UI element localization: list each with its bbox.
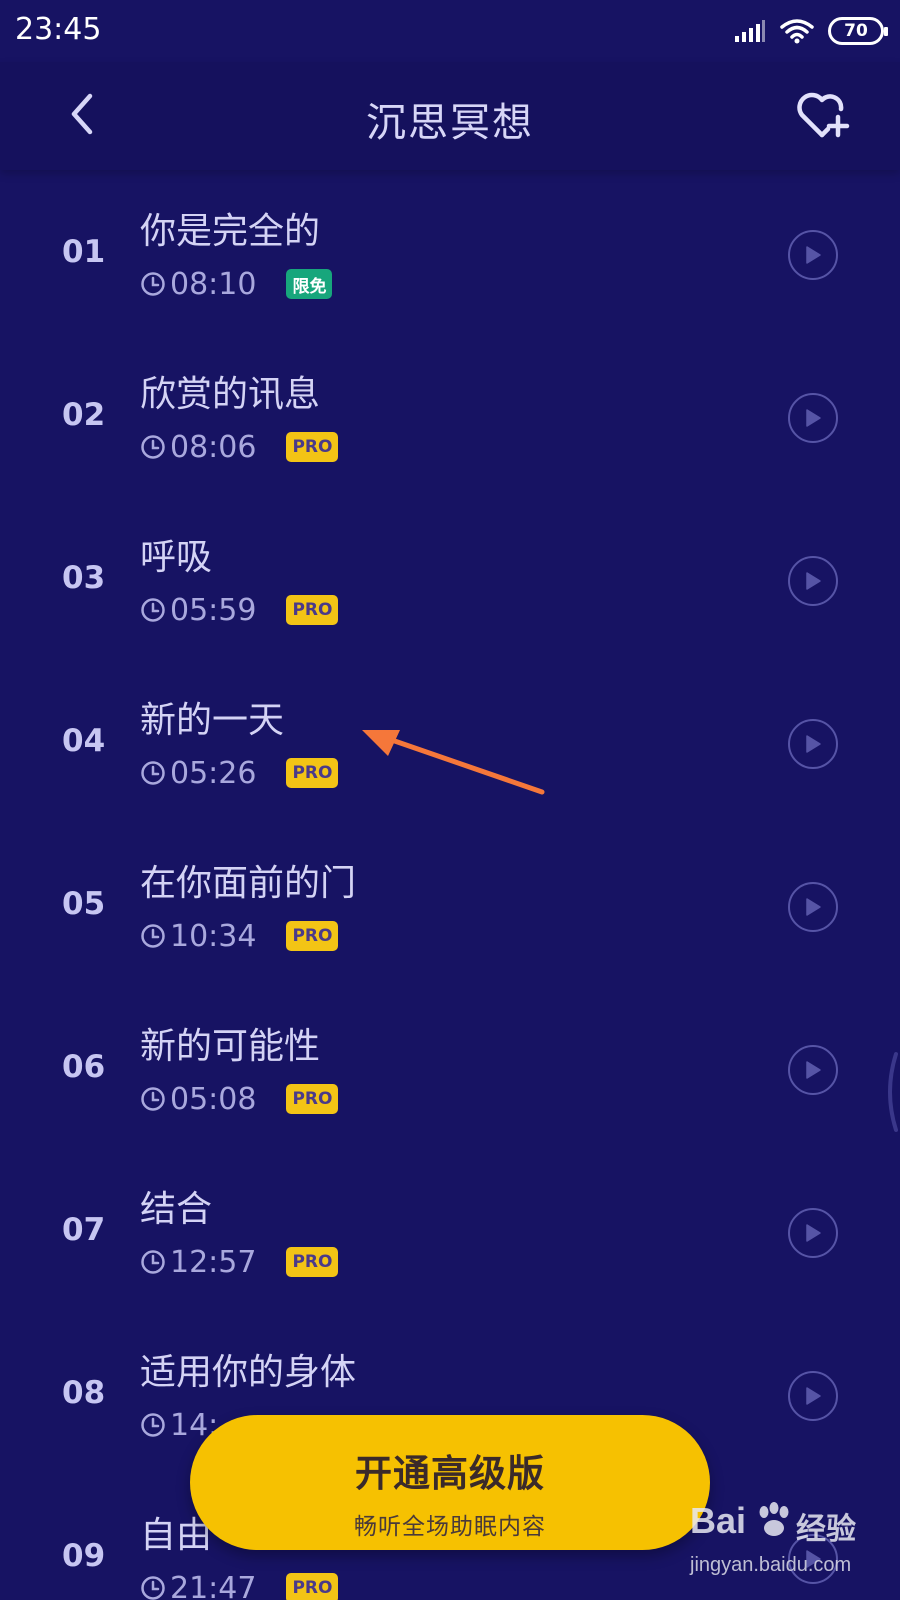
watermark-cn: 经验 [796, 1512, 856, 1547]
play-button[interactable] [788, 1208, 838, 1258]
watermark-brand: Bai [690, 1500, 747, 1541]
screen: 23:45 70 沉思冥想 01 你是完全的 08:10 限免 02 欣赏的讯息… [0, 0, 900, 1600]
track-title: 呼吸 [140, 537, 213, 578]
play-button[interactable] [788, 230, 838, 280]
play-icon [806, 898, 821, 916]
track-number: 04 [62, 723, 106, 759]
list-item[interactable]: 05 在你面前的门 10:34 PRO [0, 822, 900, 985]
track-title: 在你面前的门 [140, 863, 357, 904]
track-number: 03 [62, 560, 106, 596]
track-title: 欣赏的讯息 [140, 374, 321, 415]
list-item[interactable]: 02 欣赏的讯息 08:06 PRO [0, 333, 900, 496]
track-number: 09 [62, 1538, 106, 1574]
pro-badge: PRO [286, 921, 339, 951]
paw-icon [759, 1502, 789, 1536]
status-bar: 23:45 70 [0, 0, 900, 62]
clock-icon [141, 598, 165, 622]
heart-plus-icon [797, 92, 850, 138]
track-number: 02 [62, 397, 106, 433]
track-number: 05 [62, 886, 106, 922]
pro-badge: PRO [286, 1247, 339, 1277]
pro-badge: PRO [286, 1084, 339, 1114]
track-meta: 05:08 PRO [140, 1081, 339, 1117]
play-button[interactable] [788, 556, 838, 606]
clock-icon [141, 435, 165, 459]
play-icon [806, 735, 821, 753]
track-meta: 10:34 PRO [140, 918, 339, 954]
clock-icon [141, 761, 165, 785]
clock-icon [141, 924, 165, 948]
track-duration: 05:08 [170, 1081, 257, 1117]
clock-icon [141, 1576, 165, 1600]
track-number: 07 [62, 1212, 106, 1248]
track-title: 适用你的身体 [140, 1352, 357, 1393]
play-icon [806, 1224, 821, 1242]
pro-badge: PRO [286, 1573, 339, 1600]
track-number: 06 [62, 1049, 106, 1085]
track-list: 01 你是完全的 08:10 限免 02 欣赏的讯息 08:06 PRO 03 … [0, 170, 900, 1600]
track-meta: 08:10 限免 [140, 266, 333, 302]
track-title: 你是完全的 [140, 211, 321, 252]
track-number: 08 [62, 1375, 106, 1411]
track-duration: 05:26 [170, 755, 257, 791]
baidu-watermark: Bai 经验 jingyan.baidu.com [688, 1500, 868, 1595]
play-button[interactable] [788, 393, 838, 443]
play-icon [806, 246, 821, 264]
clock-icon [141, 1087, 165, 1111]
clock-icon [141, 1250, 165, 1274]
play-icon [806, 409, 821, 427]
list-item[interactable]: 07 结合 12:57 PRO [0, 1148, 900, 1311]
play-icon [806, 1387, 821, 1405]
pro-badge: PRO [286, 758, 339, 788]
annotation-arrow-icon [362, 730, 545, 795]
track-duration: 05:59 [170, 592, 257, 628]
track-duration: 12:57 [170, 1244, 257, 1280]
play-button[interactable] [788, 1371, 838, 1421]
track-meta: 12:57 PRO [140, 1244, 339, 1280]
signal-icon [735, 20, 765, 42]
track-title: 新的可能性 [140, 1026, 321, 1067]
upgrade-button[interactable]: 开通高级版 畅听全场助眠内容 [190, 1415, 710, 1550]
track-title: 新的一天 [140, 700, 285, 741]
clock-icon [141, 1413, 165, 1437]
track-meta: 08:06 PRO [140, 429, 339, 465]
track-meta: 05:26 PRO [140, 755, 339, 791]
clock-icon [141, 272, 165, 296]
play-button[interactable] [788, 1045, 838, 1095]
track-meta: 21:47 PRO [140, 1570, 339, 1600]
play-button[interactable] [788, 882, 838, 932]
list-item[interactable]: 03 呼吸 05:59 PRO [0, 496, 900, 659]
track-duration: 21:47 [170, 1570, 257, 1600]
page-title: 沉思冥想 [366, 100, 534, 146]
watermark-url: jingyan.baidu.com [690, 1554, 852, 1576]
upgrade-title: 开通高级版 [355, 1452, 545, 1495]
track-title: 结合 [140, 1189, 213, 1230]
list-item[interactable]: 01 你是完全的 08:10 限免 [0, 170, 900, 333]
pro-badge: PRO [286, 432, 339, 462]
pro-badge: PRO [286, 595, 339, 625]
track-duration: 08:10 [170, 266, 257, 302]
status-icons: 70 [734, 16, 888, 46]
play-icon [806, 572, 821, 590]
header: 沉思冥想 [0, 62, 900, 170]
play-button[interactable] [788, 719, 838, 769]
battery-icon: 70 [828, 17, 888, 45]
upgrade-subtitle: 畅听全场助眠内容 [354, 1514, 546, 1540]
favorite-button[interactable] [792, 86, 854, 144]
free-badge: 限免 [286, 269, 333, 299]
track-duration: 10:34 [170, 918, 257, 954]
play-icon [806, 1061, 821, 1079]
battery-level: 70 [844, 21, 868, 41]
scroll-indicator[interactable] [880, 1050, 900, 1134]
track-meta: 05:59 PRO [140, 592, 339, 628]
wifi-icon [780, 19, 814, 44]
status-time: 23:45 [15, 12, 102, 47]
list-item[interactable]: 06 新的可能性 05:08 PRO [0, 985, 900, 1148]
track-number: 01 [62, 234, 106, 270]
track-duration: 08:06 [170, 429, 257, 465]
